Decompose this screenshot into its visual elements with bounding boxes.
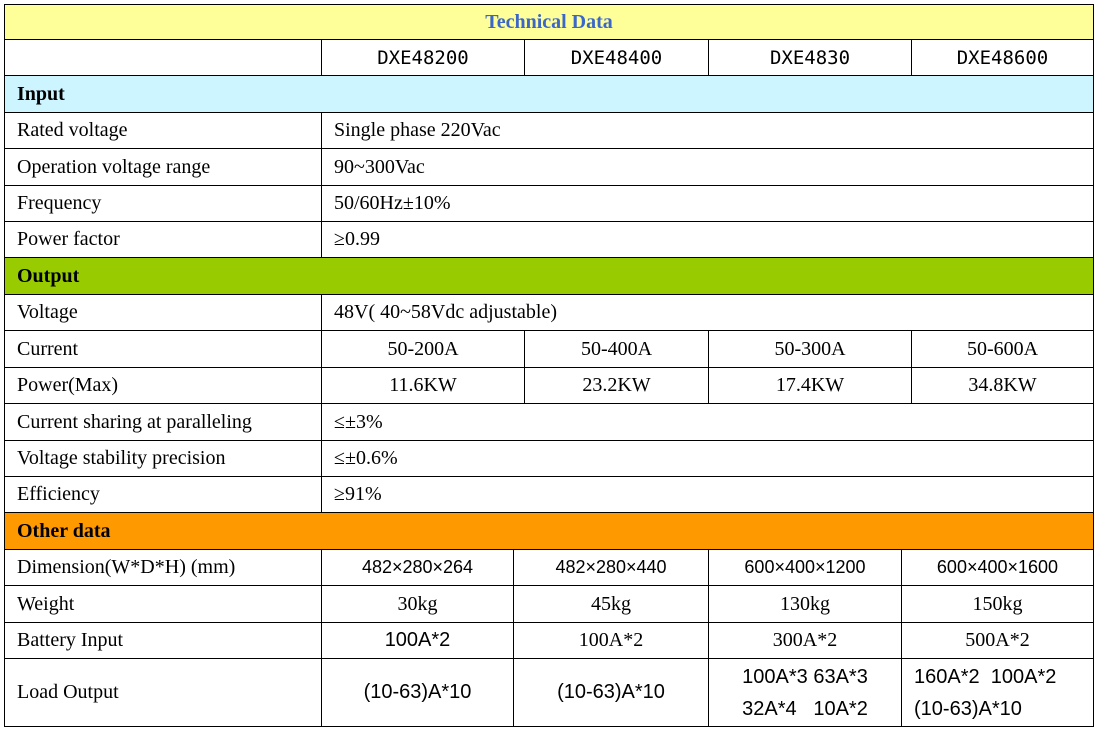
row-label: Operation voltage range xyxy=(5,149,322,185)
table-row: Operation voltage range 90~300Vac xyxy=(4,149,1094,186)
cell-value: 17.4KW xyxy=(709,368,912,403)
table-row: Efficiency ≥91% xyxy=(4,477,1094,513)
row-value: 48V( 40~58Vdc adjustable) xyxy=(334,301,557,323)
cell-value: 500A*2 xyxy=(965,629,1030,651)
row-label: Weight xyxy=(5,586,322,622)
section-title-output: Output xyxy=(17,264,80,287)
cell-value: 50-300A xyxy=(709,331,912,367)
table-row: Voltage stability precision ≤±0.6% xyxy=(4,441,1094,477)
cell-value: 11.6KW xyxy=(322,368,525,403)
cell-value: 23.2KW xyxy=(525,368,709,403)
cell-value: (10-63)A*10 xyxy=(514,659,709,726)
table-row: Voltage 48V( 40~58Vdc adjustable) xyxy=(4,295,1094,331)
row-value: 90~300Vac xyxy=(334,155,425,178)
row-value: ≤±0.6% xyxy=(334,447,398,469)
row-label: Load Output xyxy=(5,659,322,726)
cell-value: 45kg xyxy=(514,586,709,622)
row-label: Battery Input xyxy=(5,623,322,658)
section-input: Input xyxy=(4,76,1094,113)
table-row: Power(Max) 11.6KW 23.2KW 17.4KW 34.8KW xyxy=(4,368,1094,404)
cell-value: 34.8KW xyxy=(968,374,1037,396)
table-row: Rated voltage Single phase 220Vac xyxy=(4,113,1094,149)
cell-value: 100A*2 xyxy=(322,623,514,658)
row-label: Current sharing at paralleling xyxy=(5,404,322,440)
row-label: Efficiency xyxy=(5,477,322,512)
model-name: DXE48400 xyxy=(525,40,709,75)
row-label: Rated voltage xyxy=(5,113,322,148)
cell-value: 482×280×440 xyxy=(514,550,709,585)
row-value: ≥91% xyxy=(334,483,382,505)
cell-value-multiline: 100A*3 63A*3 32A*4 10A*2 xyxy=(709,659,902,726)
cell-value: 50-400A xyxy=(525,331,709,367)
model-header-row: DXE48200 DXE48400 DXE4830 DXE48600 xyxy=(4,40,1094,76)
cell-value: 150kg xyxy=(972,592,1023,615)
table-title: Technical Data xyxy=(485,10,613,33)
table-row: Current 50-200A 50-400A 50-300A 50-600A xyxy=(4,331,1094,368)
load-line: 100A*3 63A*3 xyxy=(742,665,868,688)
cell-value: 50-200A xyxy=(322,331,525,367)
cell-value: 482×280×264 xyxy=(322,550,514,585)
row-label: Frequency xyxy=(5,186,322,221)
row-label: Power factor xyxy=(5,222,322,257)
table-row: Frequency 50/60Hz±10% xyxy=(4,186,1094,222)
table-row: Power factor ≥0.99 xyxy=(4,222,1094,258)
cell-value: 130kg xyxy=(709,586,902,622)
section-other: Other data xyxy=(4,513,1094,550)
load-line: 160A*2 100A*2 xyxy=(914,665,1057,688)
row-label: Dimension(W*D*H) (mm) xyxy=(5,550,322,585)
cell-value: 600×400×1200 xyxy=(709,550,902,585)
row-value: ≥0.99 xyxy=(334,228,380,250)
section-output: Output xyxy=(4,258,1094,295)
load-line: (10-63)A*10 xyxy=(914,697,1022,720)
table-row: Weight 30kg 45kg 130kg 150kg xyxy=(4,586,1094,623)
row-label: Voltage stability precision xyxy=(5,441,322,476)
cell-value: 300A*2 xyxy=(709,623,902,658)
cell-value-multiline: 160A*2 100A*2 (10-63)A*10 xyxy=(902,659,1093,726)
table-row: Dimension(W*D*H) (mm) 482×280×264 482×28… xyxy=(4,550,1094,586)
load-line: 32A*4 10A*2 xyxy=(742,697,868,720)
header-blank-cell xyxy=(5,40,322,75)
cell-value: 600×400×1600 xyxy=(936,557,1059,577)
model-name: DXE48200 xyxy=(322,40,525,75)
row-value: 50/60Hz±10% xyxy=(334,192,451,214)
section-title-other: Other data xyxy=(17,519,111,542)
section-title-input: Input xyxy=(17,82,65,105)
technical-data-table: Technical Data DXE48200 DXE48400 DXE4830… xyxy=(4,4,1094,727)
row-label: Power(Max) xyxy=(5,368,322,403)
table-row: Load Output (10-63)A*10 (10-63)A*10 100A… xyxy=(4,659,1094,727)
model-name: DXE48600 xyxy=(956,46,1049,69)
cell-value: 100A*2 xyxy=(514,623,709,658)
row-value: Single phase 220Vac xyxy=(334,119,501,141)
table-row: Battery Input 100A*2 100A*2 300A*2 500A*… xyxy=(4,623,1094,659)
row-value: ≤±3% xyxy=(334,410,383,433)
cell-value: 30kg xyxy=(322,586,514,622)
row-label: Voltage xyxy=(5,295,322,330)
table-row: Current sharing at paralleling ≤±3% xyxy=(4,404,1094,441)
title-row: Technical Data xyxy=(4,4,1094,40)
cell-value: 50-600A xyxy=(966,337,1039,360)
cell-value: (10-63)A*10 xyxy=(322,659,514,726)
model-name: DXE4830 xyxy=(709,40,912,75)
row-label: Current xyxy=(5,331,322,367)
